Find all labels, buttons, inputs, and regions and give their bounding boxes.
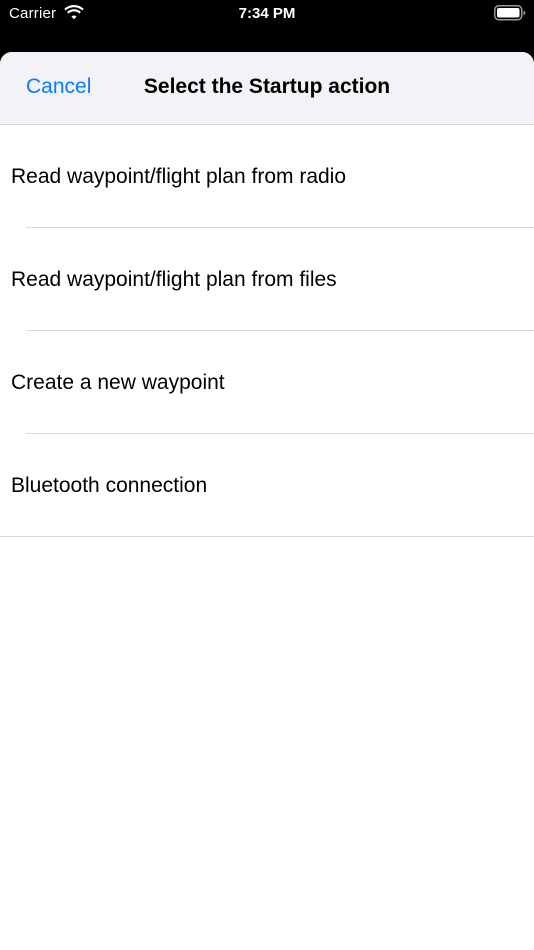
status-bar: Carrier 7:34 PM [0,0,534,30]
startup-action-sheet: Cancel Select the Startup action Read wa… [0,52,534,950]
action-create-waypoint[interactable]: Create a new waypoint [0,331,534,434]
action-label: Create a new waypoint [11,371,225,394]
app-screen: Carrier 7:34 PM Cancel Select the Startu… [0,0,534,950]
clock: 7:34 PM [238,5,296,22]
action-read-files[interactable]: Read waypoint/flight plan from files [0,228,534,331]
action-label: Bluetooth connection [11,474,208,497]
action-label: Read waypoint/flight plan from files [11,268,337,291]
action-list: Read waypoint/flight plan from radio Rea… [0,125,534,537]
navigation-bar: Cancel Select the Startup action [0,52,534,125]
page-title: Select the Startup action [143,75,391,98]
action-label: Read waypoint/flight plan from radio [11,165,347,188]
row-separator [0,536,534,537]
battery-icon [494,5,526,21]
action-read-radio[interactable]: Read waypoint/flight plan from radio [0,125,534,228]
action-bluetooth-connection[interactable]: Bluetooth connection [0,434,534,537]
